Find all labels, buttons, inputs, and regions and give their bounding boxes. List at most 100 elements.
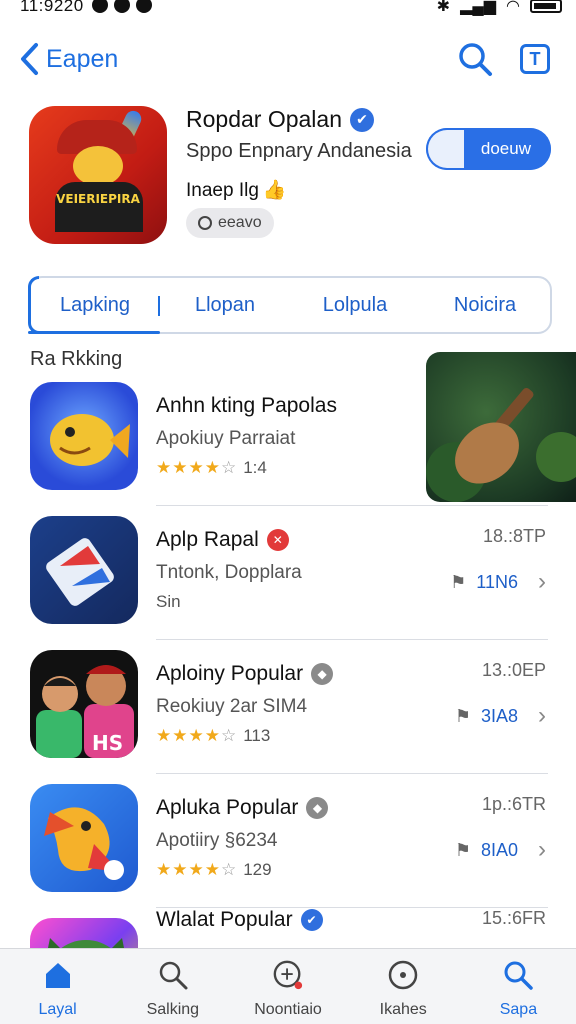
thumbs-up-icon: 👍 [262, 180, 287, 201]
status-time: 11:9220 [20, 0, 84, 15]
app-icon [30, 784, 138, 892]
back-button[interactable]: Eapen [18, 42, 118, 76]
tab-bar-label: Layal [38, 1001, 77, 1018]
face-shape [73, 146, 123, 186]
featured-title-row: Ropdar Opalan ✔ [186, 106, 374, 133]
tab-new[interactable]: Noicira [420, 278, 550, 332]
card-icon [46, 538, 114, 606]
app-subtitle: Tntonk, Dopplara [156, 562, 302, 583]
list-item[interactable]: Aplp Rapal ✕ Tntonk, Dopplara Sin 18.:8T… [0, 506, 576, 640]
wifi-icon: ◠ [506, 0, 520, 15]
tab-bar-home[interactable]: Layal [0, 949, 115, 1024]
app-action[interactable]: ⚑ 11N6 › [450, 568, 546, 596]
fish-icon [50, 414, 130, 466]
tab-popular[interactable]: Llopan [160, 278, 290, 332]
star-rating: ★★★★☆ [156, 458, 238, 477]
share-button[interactable]: T [520, 44, 550, 74]
search-icon [157, 959, 189, 991]
chevron-right-icon: › [538, 836, 546, 863]
app-meta: 13.:0EP [481, 660, 546, 680]
people-icon: HS [36, 665, 134, 758]
app-title: Aplp Rapal [156, 528, 259, 551]
app-title: Apluka Popular [156, 796, 299, 819]
app-icon: HS [30, 650, 138, 758]
app-title: Anhn kting Papolas [156, 394, 337, 417]
bird-icon [44, 807, 124, 880]
search-icon [502, 959, 534, 991]
notification-icon [114, 0, 130, 13]
flag-icon: ⚑ [454, 839, 471, 860]
get-button-label: doeuw [480, 139, 531, 158]
status-bar: 11:9220 ✱ ▂▄▆ ◠ [0, 0, 576, 18]
featured-badge-text: eeavo [218, 214, 262, 231]
tab-bar-label: Salking [146, 1001, 200, 1018]
share-icon: T [529, 48, 541, 69]
home-icon [42, 959, 74, 991]
badge-icon [198, 216, 212, 230]
body-shape [55, 182, 143, 232]
star-rating: ★★★★☆ [156, 860, 238, 879]
monster-icon [48, 938, 124, 948]
featured-subtitle: Sppo Enpnary Andanesia [186, 140, 412, 162]
rating-count: 129 [243, 860, 272, 879]
svg-text:HS: HS [92, 731, 123, 755]
tab-bar-label: Sapa [499, 1001, 538, 1018]
notification-icon [136, 0, 152, 13]
row-title-wrap: Aplp Rapal ✕ [156, 528, 289, 552]
app-rating: ★★★★☆ 129 [156, 860, 272, 880]
app-meta: 1p.:6TR [481, 794, 546, 814]
featured-title: Ropdar Opalan [186, 106, 342, 132]
list-item[interactable]: Wlalat Popular ✔ 15.:6FR [0, 908, 576, 948]
notification-icon [92, 0, 108, 13]
rating-count: 1:4 [243, 458, 267, 477]
category-tabs: Lapking Llopan Lolpula Noicira [28, 276, 552, 334]
section-title: Ra Rkking [30, 348, 123, 370]
app-icon [30, 516, 138, 624]
info-badge-icon: ◆ [306, 797, 329, 819]
list-item[interactable]: Anhn kting Papolas Apokiuy Parraiat ★★★★… [0, 372, 576, 506]
app-extra-text: Sin [156, 592, 181, 611]
search-button[interactable] [456, 40, 496, 80]
app-action-label: 3IA8 [480, 705, 518, 726]
alert-badge-icon: ✕ [266, 529, 289, 551]
get-button[interactable]: doeuw [426, 128, 551, 170]
tab-bar-notifications[interactable]: Noontiaio [230, 949, 345, 1024]
search-icon [459, 43, 492, 76]
tab-ranking[interactable]: Lapking [28, 276, 160, 334]
app-icon [30, 382, 138, 490]
app-rating: ★★★★☆ 1:4 [156, 458, 267, 478]
app-subtitle: Apotiiry §6234 [156, 830, 278, 851]
featured-icon-text: VEIERIEPIRA [56, 192, 140, 206]
row-title-wrap: Wlalat Popular ✔ [156, 908, 323, 932]
tab-bar-label: Noontiaio [254, 1001, 322, 1018]
flag-icon: ⚑ [450, 571, 467, 592]
list-item[interactable]: HS Aploiny Popular ◆ Reokiuy 2ar SIM4 ★★… [0, 640, 576, 774]
tab-bar-updates[interactable]: Ikahes [346, 949, 461, 1024]
app-title: Aploiny Popular [156, 662, 304, 685]
compass-icon [272, 959, 304, 991]
featured-rating-text: Inaep Ilg [186, 180, 259, 201]
app-action-label: 8IA0 [480, 839, 518, 860]
circle-icon [387, 959, 419, 991]
star-rating: ★★★★☆ [156, 726, 238, 745]
tab-trending[interactable]: Lolpula [290, 278, 420, 332]
tab-bar-search-2[interactable]: Sapa [461, 949, 576, 1024]
app-subtitle: Reokiuy 2ar SIM4 [156, 696, 308, 717]
app-subtitle: Apokiuy Parraiat [156, 428, 296, 449]
row-title-wrap: Anhn kting Papolas [156, 394, 337, 418]
rating-count: 113 [243, 726, 271, 745]
back-label: Eapen [46, 44, 119, 73]
list-item[interactable]: Apluka Popular ◆ Apotiiry §6234 ★★★★☆ 12… [0, 774, 576, 908]
tab-bar-search[interactable]: Salking [115, 949, 230, 1024]
featured-app-icon[interactable]: VEIERIEPIRA [29, 106, 167, 244]
app-action[interactable]: ⚑ 3IA8 › [455, 702, 546, 730]
app-rating: ★★★★☆ 113 [156, 726, 270, 746]
app-action[interactable]: ⚑ 8IA0 › [455, 836, 546, 864]
bluetooth-icon: ✱ [436, 0, 451, 15]
featured-rating: Inaep Ilg 👍 [186, 178, 287, 202]
battery-icon [530, 0, 562, 13]
featured-badge[interactable]: eeavo [186, 208, 274, 238]
notification-icons [92, 0, 152, 13]
row-title-wrap: Aploiny Popular ◆ [156, 662, 334, 686]
tab-divider [158, 296, 160, 316]
